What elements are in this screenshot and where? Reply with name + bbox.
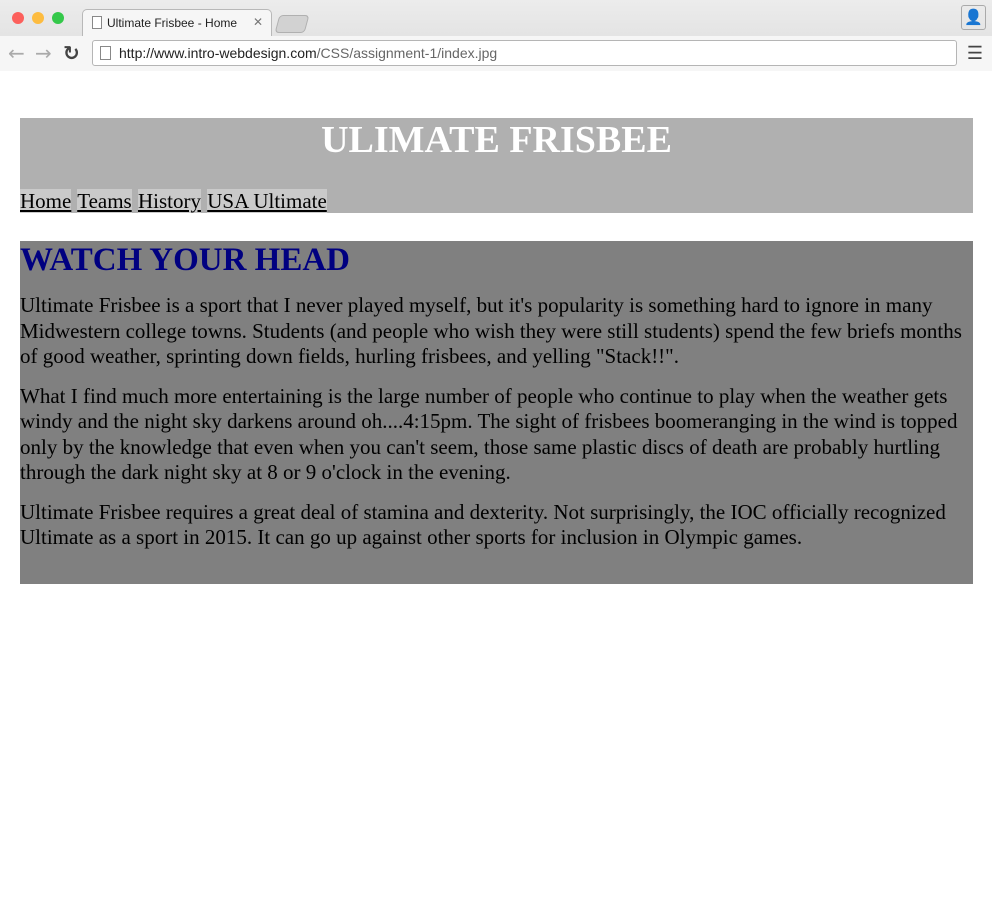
maximize-window-button[interactable]: [52, 12, 64, 24]
address-bar[interactable]: http://www.intro-webdesign.com/CSS/assig…: [92, 40, 957, 66]
paragraph: Ultimate Frisbee is a sport that I never…: [20, 293, 962, 368]
back-icon[interactable]: ←: [8, 41, 25, 65]
forward-icon[interactable]: →: [35, 41, 52, 65]
nav-teams[interactable]: Teams: [77, 189, 132, 213]
browser-tab[interactable]: Ultimate Frisbee - Home ✕: [82, 9, 272, 36]
site-nav: Home Teams History USA Ultimate: [20, 189, 328, 213]
site-title: ULIMATE FRISBEE: [321, 119, 672, 161]
nav-home[interactable]: Home: [20, 189, 72, 213]
section-heading: WATCH YOUR HEAD: [20, 242, 351, 278]
minimize-window-button[interactable]: [32, 12, 44, 24]
browser-chrome: Ultimate Frisbee - Home ✕ 👤 ← → ↻ http:/…: [0, 0, 992, 71]
nav-usa-ultimate[interactable]: USA Ultimate: [207, 189, 327, 213]
site-header: ULIMATE FRISBEE Home Teams History USA U…: [20, 118, 973, 213]
tab-title: Ultimate Frisbee - Home: [107, 16, 238, 30]
paragraph: Ultimate Frisbee requires a great deal o…: [20, 499, 946, 550]
url-host: http://www.intro-webdesign.com: [119, 45, 317, 61]
url-path: /CSS/assignment-1/index.jpg: [316, 45, 498, 61]
page-icon: [100, 46, 111, 60]
nav-history[interactable]: History: [137, 189, 201, 213]
paragraph: What I find much more entertaining is th…: [20, 383, 958, 485]
page-icon: [92, 16, 102, 29]
close-icon[interactable]: ✕: [253, 15, 263, 29]
close-window-button[interactable]: [12, 12, 24, 24]
main-content: WATCH YOUR HEAD Ultimate Frisbee is a sp…: [20, 241, 973, 584]
profile-icon[interactable]: 👤: [961, 5, 986, 30]
new-tab-button[interactable]: [274, 15, 310, 33]
menu-icon[interactable]: ☰: [967, 43, 983, 64]
reload-icon[interactable]: ↻: [63, 41, 80, 65]
